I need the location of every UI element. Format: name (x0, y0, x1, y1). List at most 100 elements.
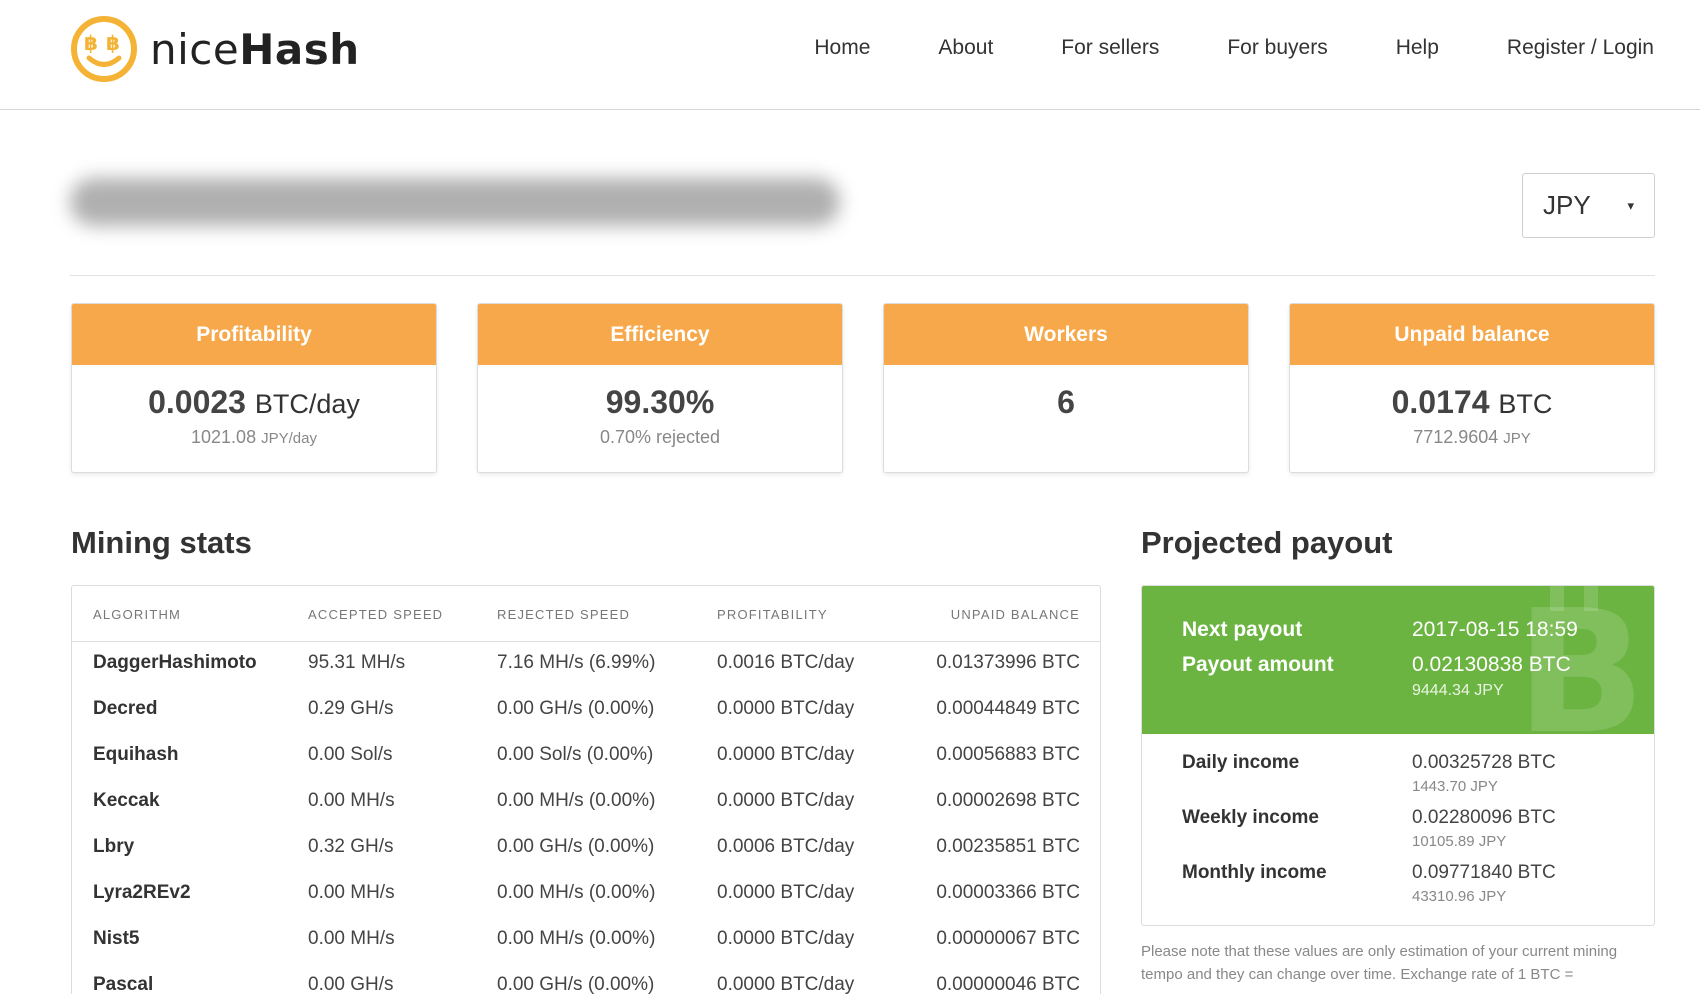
nav-for-sellers[interactable]: For sellers (1061, 36, 1159, 60)
card-title: Workers (884, 304, 1248, 365)
card-value: 0.0174 BTC (1290, 384, 1654, 421)
currency-select[interactable]: JPY ▾ (1522, 173, 1655, 238)
card-value: 99.30% (478, 384, 842, 421)
cell-accepted-speed: 0.00 MH/s (308, 928, 395, 949)
col-accepted-speed[interactable]: ACCEPTED SPEED (308, 607, 443, 622)
card-main-number: 0.0023 (148, 384, 246, 420)
cell-profitability: 0.0000 BTC/day (717, 974, 855, 994)
card-sub-unit: JPY (1503, 430, 1531, 447)
nav-for-buyers[interactable]: For buyers (1227, 36, 1327, 60)
workers-card: Workers 6 (883, 303, 1249, 473)
cell-profitability: 0.0006 BTC/day (717, 836, 855, 857)
cell-rejected-speed: 0.00 MH/s (0.00%) (497, 790, 656, 811)
table-row: Pascal 0.00 GH/s 0.00 GH/s (0.00%) 0.0000 B… (72, 974, 1100, 994)
daily-income-jpy: 1443.70 JPY (1412, 778, 1498, 795)
cell-accepted-speed: 0.00 Sol/s (308, 744, 393, 765)
cell-algorithm: Pascal (93, 974, 154, 994)
payout-amount-label: Payout amount (1182, 653, 1334, 676)
cell-rejected-speed: 7.16 MH/s (6.99%) (497, 652, 656, 673)
cell-profitability: 0.0000 BTC/day (717, 928, 855, 949)
cell-unpaid-balance: 0.00000067 BTC (936, 928, 1080, 949)
nav-about[interactable]: About (938, 36, 993, 60)
cell-accepted-speed: 0.00 MH/s (308, 882, 395, 903)
table-row: Nist5 0.00 MH/s 0.00 MH/s (0.00%) 0.0000 BT… (72, 928, 1100, 974)
nav-register-login[interactable]: Register / Login (1507, 36, 1654, 60)
cell-profitability: 0.0016 BTC/day (717, 652, 855, 673)
table-header: ALGORITHM ACCEPTED SPEED REJECTED SPEED … (72, 586, 1100, 642)
card-main-unit: BTC (1498, 389, 1553, 419)
card-subvalue: 1021.08 JPY/day (72, 427, 436, 448)
next-payout-value: 2017-08-15 18:59 (1412, 618, 1578, 641)
logo-wordmark: niceHash (150, 24, 360, 74)
cell-algorithm: Lbry (93, 836, 135, 857)
card-title: Unpaid balance (1290, 304, 1654, 365)
cell-unpaid-balance: 0.00002698 BTC (936, 790, 1080, 811)
wallet-address-blurred (70, 178, 840, 226)
efficiency-card: Efficiency 99.30% 0.70% rejected (477, 303, 843, 473)
cell-rejected-speed: 0.00 MH/s (0.00%) (497, 928, 656, 949)
card-title: Profitability (72, 304, 436, 365)
cell-algorithm: Nist5 (93, 928, 140, 949)
cell-unpaid-balance: 0.01373996 BTC (936, 652, 1080, 673)
monthly-income-jpy: 43310.96 JPY (1412, 888, 1507, 905)
cell-rejected-speed: 0.00 GH/s (0.00%) (497, 974, 655, 994)
card-subvalue: 0.70% rejected (478, 427, 842, 448)
col-rejected-speed[interactable]: REJECTED SPEED (497, 607, 630, 622)
card-main-number: 99.30% (605, 384, 715, 420)
monthly-income-label: Monthly income (1182, 862, 1327, 883)
card-title: Efficiency (478, 304, 842, 365)
cell-rejected-speed: 0.00 GH/s (0.00%) (497, 836, 655, 857)
card-sub-number: 1021.08 (191, 427, 257, 447)
cell-algorithm: Equihash (93, 744, 179, 765)
profitability-card: Profitability 0.0023 BTC/day 1021.08 JPY… (71, 303, 437, 473)
cell-unpaid-balance: 0.00056883 BTC (936, 744, 1080, 765)
next-payout-banner: B Next payout 2017-08-15 18:59 Payout am… (1142, 586, 1654, 734)
cell-accepted-speed: 0.00 MH/s (308, 790, 395, 811)
card-main-number: 0.0174 (1391, 384, 1490, 420)
cell-unpaid-balance: 0.00003366 BTC (936, 882, 1080, 903)
card-main-number: 6 (1057, 384, 1075, 420)
projected-payout-title: Projected payout (1141, 525, 1393, 560)
daily-income-label: Daily income (1182, 752, 1300, 773)
table-row: Equihash 0.00 Sol/s 0.00 Sol/s (0.00%) 0.00… (72, 744, 1100, 790)
table-row: DaggerHashimoto 95.31 MH/s 7.16 MH/s (6.99… (72, 652, 1100, 698)
card-value: 6 (884, 384, 1248, 421)
chevron-down-icon: ▾ (1627, 198, 1634, 213)
col-profitability[interactable]: PROFITABILITY (717, 607, 828, 622)
cell-unpaid-balance: 0.00235851 BTC (936, 836, 1080, 857)
cell-unpaid-balance: 0.00000046 BTC (936, 974, 1080, 994)
nav-home[interactable]: Home (814, 36, 870, 60)
top-header: ฿ ฿ niceHash Home About For sellers For … (0, 0, 1700, 110)
currency-value: JPY (1543, 190, 1591, 220)
unpaid-balance-card: Unpaid balance 0.0174 BTC 7712.9604 JPY (1289, 303, 1655, 473)
svg-text:฿: ฿ (106, 31, 120, 55)
col-algorithm[interactable]: ALGORITHM (93, 607, 181, 622)
main-nav: Home About For sellers For buyers Help R… (746, 36, 1654, 60)
cell-profitability: 0.0000 BTC/day (717, 744, 855, 765)
projected-payout-panel: B Next payout 2017-08-15 18:59 Payout am… (1141, 585, 1655, 926)
cell-accepted-speed: 0.32 GH/s (308, 836, 394, 857)
card-sub-number: 0.70% rejected (599, 427, 721, 447)
cell-rejected-speed: 0.00 Sol/s (0.00%) (497, 744, 654, 765)
cell-algorithm: DaggerHashimoto (93, 652, 257, 673)
monthly-income-btc: 0.09771840 BTC (1412, 862, 1556, 883)
table-row: Lbry 0.32 GH/s 0.00 GH/s (0.00%) 0.0006 BTC… (72, 836, 1100, 882)
nav-help[interactable]: Help (1396, 36, 1439, 60)
estimation-note: Please note that these values are only e… (1141, 943, 1618, 983)
cell-profitability: 0.0000 BTC/day (717, 882, 855, 903)
cell-algorithm: Keccak (93, 790, 160, 811)
nicehash-logo[interactable]: ฿ ฿ niceHash (70, 15, 360, 83)
weekly-income-jpy: 10105.89 JPY (1412, 833, 1507, 850)
smiley-bitcoin-icon: ฿ ฿ (71, 16, 137, 82)
card-main-unit: BTC/day (254, 389, 360, 419)
col-unpaid-balance[interactable]: UNPAID BALANCE (951, 607, 1080, 622)
next-payout-label: Next payout (1182, 618, 1303, 641)
cell-profitability: 0.0000 BTC/day (717, 698, 855, 719)
cell-profitability: 0.0000 BTC/day (717, 790, 855, 811)
cell-rejected-speed: 0.00 GH/s (0.00%) (497, 698, 655, 719)
table-row: Decred 0.29 GH/s 0.00 GH/s (0.00%) 0.0000 B… (72, 698, 1100, 744)
weekly-income-label: Weekly income (1182, 807, 1319, 828)
divider (70, 275, 1655, 276)
cell-accepted-speed: 0.00 GH/s (308, 974, 394, 994)
mining-stats-table: ALGORITHM ACCEPTED SPEED REJECTED SPEED … (71, 585, 1101, 994)
